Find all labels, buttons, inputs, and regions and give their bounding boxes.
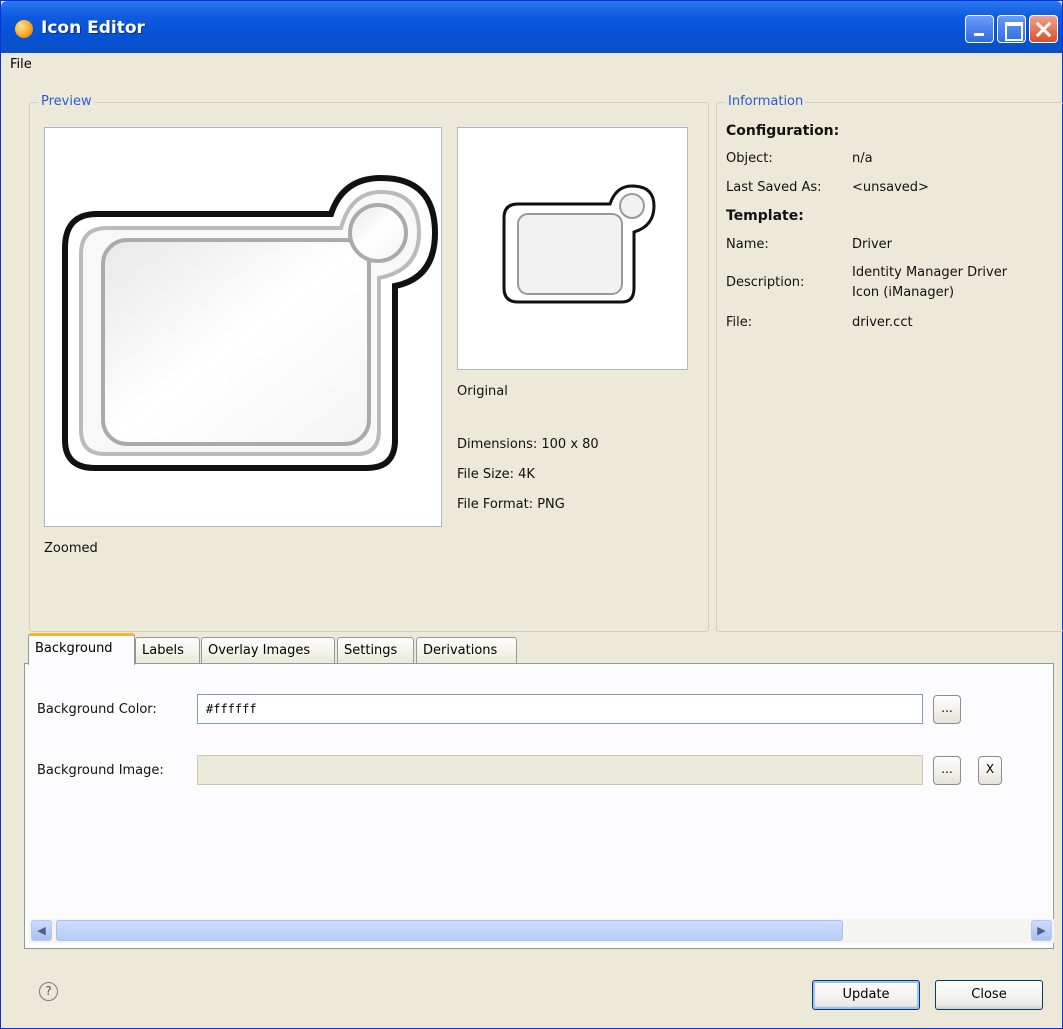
last-saved-value: <unsaved>	[852, 180, 929, 195]
zoomed-label: Zoomed	[44, 541, 98, 556]
information-legend: Information	[725, 94, 807, 109]
name-label: Name:	[726, 237, 769, 252]
dimensions-text: Dimensions: 100 x 80	[457, 437, 599, 452]
scroll-right-icon[interactable]: ▶	[1031, 920, 1052, 941]
background-image-clear-button[interactable]: X	[978, 756, 1002, 785]
file-format-text: File Format: PNG	[457, 497, 565, 512]
update-button[interactable]: Update	[812, 980, 920, 1010]
menu-bar: File	[1, 53, 1062, 77]
object-value: n/a	[852, 151, 873, 166]
background-color-browse-button[interactable]: ...	[933, 695, 961, 724]
file-label: File:	[726, 315, 753, 330]
original-preview-image	[457, 127, 688, 370]
description-value-line2: Icon (iManager)	[852, 285, 955, 300]
maximize-button[interactable]	[997, 15, 1026, 43]
window-title: Icon Editor	[41, 18, 145, 38]
background-image-browse-button[interactable]: ...	[933, 756, 961, 785]
template-heading: Template:	[726, 208, 804, 224]
title-bar[interactable]: Icon Editor	[1, 1, 1062, 53]
name-value: Driver	[852, 237, 893, 252]
background-image-input[interactable]	[197, 755, 923, 785]
menu-file[interactable]: File	[10, 57, 32, 72]
close-window-button[interactable]	[1029, 15, 1058, 43]
minimize-button[interactable]	[965, 15, 994, 43]
icon-editor-window: Icon Editor File Preview Zoomed Original…	[0, 0, 1063, 1029]
zoomed-icon-graphic	[62, 174, 439, 471]
tab-background[interactable]: Background	[28, 633, 135, 665]
tab-overlay-images[interactable]: Overlay Images	[201, 637, 335, 664]
original-label: Original	[457, 384, 508, 399]
app-icon	[15, 20, 33, 38]
tab-derivations[interactable]: Derivations	[416, 637, 517, 664]
description-value-line1: Identity Manager Driver	[852, 265, 1008, 280]
tab-settings[interactable]: Settings	[337, 637, 414, 664]
description-label: Description:	[726, 275, 805, 290]
last-saved-label: Last Saved As:	[726, 180, 822, 195]
help-icon[interactable]: ?	[39, 982, 58, 1001]
background-color-input[interactable]: #ffffff	[197, 694, 923, 724]
file-value: driver.cct	[852, 315, 913, 330]
background-color-label: Background Color:	[37, 702, 157, 717]
configuration-heading: Configuration:	[726, 123, 840, 139]
file-size-text: File Size: 4K	[457, 467, 535, 482]
original-icon-graphic	[502, 184, 656, 304]
close-button[interactable]: Close	[935, 980, 1043, 1010]
object-label: Object:	[726, 151, 773, 166]
background-image-label: Background Image:	[37, 763, 164, 778]
scrollbar-thumb[interactable]	[56, 920, 843, 941]
tab-labels[interactable]: Labels	[135, 637, 200, 664]
horizontal-scrollbar[interactable]: ◀ ▶	[29, 919, 1054, 943]
preview-legend: Preview	[38, 94, 95, 109]
zoomed-preview-image	[44, 127, 442, 527]
scroll-left-icon[interactable]: ◀	[31, 920, 52, 941]
